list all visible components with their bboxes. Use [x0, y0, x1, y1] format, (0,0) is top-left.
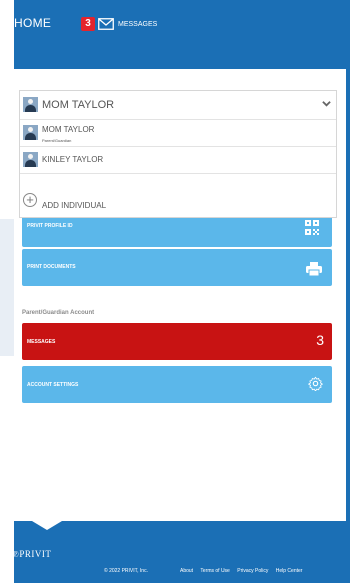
top-navigation-bar: HOME 3 MESSAGES [14, 0, 346, 44]
account-settings-button[interactable]: ACCOUNT SETTINGS [22, 366, 332, 403]
option-role: Parent/Guardian [42, 138, 72, 143]
footer-link-privacy[interactable]: Privacy Policy [237, 568, 268, 574]
individual-selector-header[interactable]: MOM TAYLOR [20, 91, 336, 120]
print-documents-label: PRINT DOCUMENTS [27, 264, 76, 270]
gear-icon [308, 376, 323, 391]
header-band [14, 44, 346, 69]
chevron-down-icon[interactable] [322, 99, 331, 108]
messages-count: 3 [316, 332, 324, 348]
footer-notch [32, 521, 62, 530]
footer-link-about[interactable]: About [180, 568, 193, 574]
avatar-icon [23, 125, 38, 140]
footer-link-terms[interactable]: Terms of Use [200, 568, 229, 574]
message-count-badge[interactable]: 3 [81, 17, 95, 31]
option-name: MOM TAYLOR [42, 125, 95, 134]
individual-option-mom-taylor[interactable]: MOM TAYLOR Parent/Guardian [20, 119, 336, 147]
messages-button-label: MESSAGES [27, 339, 56, 345]
home-link[interactable]: HOME [14, 16, 51, 30]
qr-code-icon [305, 220, 319, 235]
messages-button[interactable]: MESSAGES 3 [22, 323, 332, 360]
avatar-icon [23, 97, 38, 112]
option-name: KINLEY TAYLOR [42, 155, 104, 164]
individual-option-kinley-taylor[interactable]: KINLEY TAYLOR [20, 147, 336, 174]
app-frame: HOME 3 MESSAGES PRIVIT PROFILE ID PRINT … [14, 0, 346, 583]
plus-circle-icon[interactable]: + [23, 193, 37, 207]
privit-logo: ℗PRIVIT [14, 549, 52, 559]
individual-selector-dropdown[interactable]: MOM TAYLOR MOM TAYLOR Parent/Guardian KI… [19, 90, 337, 218]
account-section-heading: Parent/Guardian Account [22, 310, 95, 316]
right-edge-strip [346, 0, 350, 583]
messages-link[interactable]: MESSAGES [118, 21, 157, 28]
selected-individual-name: MOM TAYLOR [42, 99, 115, 111]
mail-icon[interactable] [98, 18, 114, 30]
copyright-text: © 2022 PRIVIT, Inc. [104, 568, 148, 574]
account-settings-label: ACCOUNT SETTINGS [27, 382, 79, 388]
privit-profile-id-label: PRIVIT PROFILE ID [27, 223, 73, 229]
add-individual-link[interactable]: ADD INDIVIDUAL [42, 201, 106, 210]
footer-links: About Terms of Use Privacy Policy Help C… [180, 568, 308, 574]
printer-icon [306, 262, 322, 276]
footer-link-help[interactable]: Help Center [276, 568, 303, 574]
avatar-icon [23, 152, 38, 167]
print-documents-button[interactable]: PRINT DOCUMENTS [22, 249, 332, 286]
